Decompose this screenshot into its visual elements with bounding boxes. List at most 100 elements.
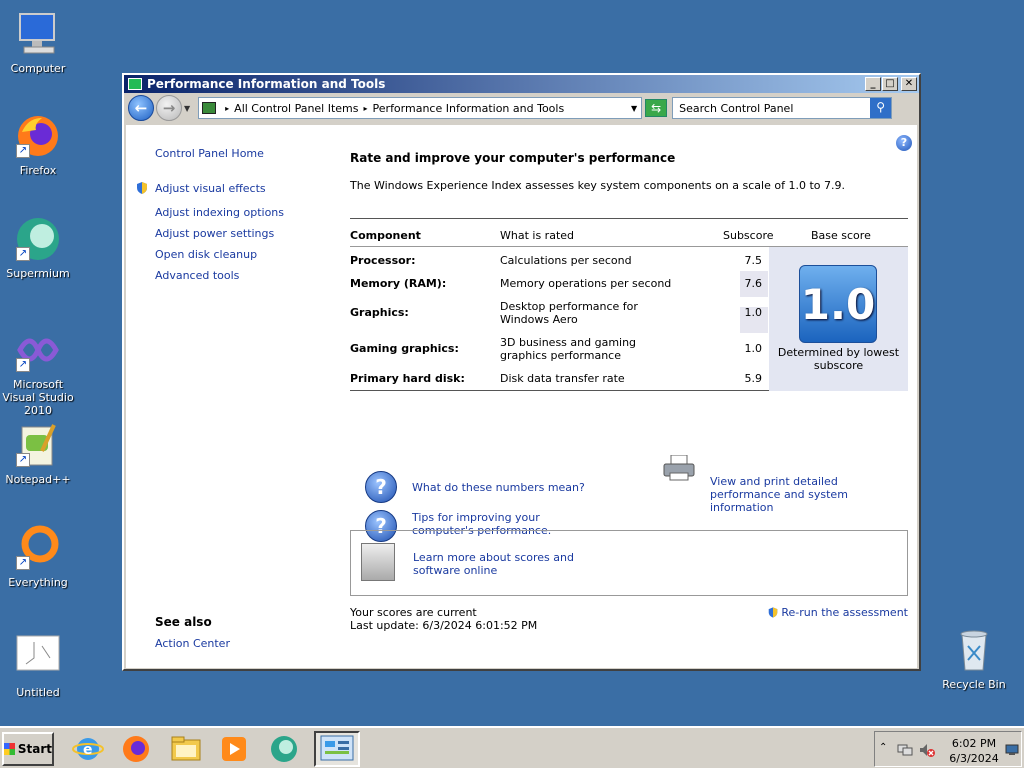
action-center-link[interactable]: Action Center bbox=[155, 637, 230, 650]
computer-icon bbox=[14, 10, 62, 58]
control-panel-icon bbox=[128, 78, 142, 90]
base-score-panel: 1.0 Determined by lowest subscore bbox=[769, 247, 908, 391]
control-panel-taskbar-button[interactable] bbox=[314, 731, 360, 767]
clock-time: 6:02 PM bbox=[951, 737, 997, 750]
search-placeholder: Search Control Panel bbox=[679, 101, 794, 115]
desktop-icon-label: Notepad++ bbox=[5, 473, 71, 486]
start-button[interactable]: Start bbox=[2, 732, 54, 766]
file-explorer-icon[interactable] bbox=[170, 734, 202, 764]
desktop-icon-visual-studio[interactable]: ↗ Microsoft Visual Studio 2010 bbox=[0, 326, 78, 417]
shortcut-arrow-icon: ↗ bbox=[16, 556, 30, 570]
performance-window: Performance Information and Tools _ □ ✕ … bbox=[122, 73, 921, 671]
desktop-icon-computer[interactable]: Computer bbox=[0, 10, 78, 75]
desktop-icon-label: Firefox bbox=[19, 164, 57, 177]
advanced-tools-link[interactable]: Advanced tools bbox=[155, 269, 239, 282]
close-button[interactable]: ✕ bbox=[901, 77, 917, 91]
rerun-assessment-link[interactable]: Re-run the assessment bbox=[767, 606, 908, 619]
column-header-rated: What is rated bbox=[500, 229, 575, 242]
svg-text:e: e bbox=[83, 742, 93, 758]
clock[interactable]: 6:02 PM 6/3/2024 bbox=[945, 736, 1003, 766]
everything-icon: ↗ bbox=[14, 524, 62, 572]
what-numbers-mean-link[interactable]: What do these numbers mean? bbox=[412, 481, 585, 494]
component-label: Graphics: bbox=[350, 306, 409, 319]
network-icon[interactable] bbox=[897, 742, 913, 758]
adjust-visual-effects-link[interactable]: Adjust visual effects bbox=[155, 182, 266, 195]
breadcrumb-all-items[interactable]: All Control Panel Items bbox=[234, 102, 358, 115]
desktop-icon-label: Untitled bbox=[16, 686, 60, 699]
internet-explorer-icon[interactable]: e bbox=[72, 734, 104, 764]
search-input[interactable]: Search Control Panel ⚲ bbox=[672, 97, 893, 119]
shortcut-arrow-icon: ↗ bbox=[16, 453, 30, 467]
navigation-bar: ← → ▼ ▸ All Control Panel Items ▸ Perfor… bbox=[124, 93, 919, 123]
learn-more-link[interactable]: Learn more about scores and software onl… bbox=[413, 551, 613, 577]
main-pane: ? Rate and improve your computer's perfo… bbox=[350, 125, 917, 668]
shortcut-arrow-icon: ↗ bbox=[16, 144, 30, 158]
scores-current-text: Your scores are current bbox=[350, 606, 477, 619]
control-panel-icon bbox=[202, 102, 217, 114]
maximize-button[interactable]: □ bbox=[882, 77, 898, 91]
base-score-caption: Determined by lowest subscore bbox=[777, 346, 900, 372]
show-desktop-icon[interactable] bbox=[1005, 744, 1019, 756]
windows-logo-icon bbox=[4, 743, 15, 755]
media-player-icon[interactable] bbox=[218, 734, 250, 764]
desktop-icon-everything[interactable]: ↗ Everything bbox=[0, 524, 78, 589]
start-label: Start bbox=[17, 742, 52, 756]
visual-studio-icon: ↗ bbox=[14, 326, 62, 374]
desktop-icon-label: Supermium bbox=[6, 267, 70, 280]
help-icon[interactable]: ? bbox=[896, 135, 912, 151]
recent-pages-dropdown[interactable]: ▼ bbox=[184, 104, 190, 113]
taskbar: Start e ⌃ 6:02 PM 6/3/2024 bbox=[0, 726, 1024, 768]
show-hidden-icons-icon[interactable]: ⌃ bbox=[879, 742, 887, 753]
component-label: Memory (RAM): bbox=[350, 277, 447, 290]
desktop-icon-label: Microsoft Visual Studio 2010 bbox=[2, 378, 74, 417]
desktop-icon-notepadpp[interactable]: ↗ Notepad++ bbox=[0, 421, 78, 486]
rated-label: 3D business and gaming graphics performa… bbox=[500, 336, 637, 362]
address-dropdown-icon[interactable]: ▼ bbox=[631, 104, 637, 113]
content-area: Control Panel Home Adjust visual effects… bbox=[126, 125, 917, 668]
adjust-power-settings-link[interactable]: Adjust power settings bbox=[155, 227, 274, 240]
control-panel-home-link[interactable]: Control Panel Home bbox=[155, 147, 264, 160]
recycle-bin-icon bbox=[950, 626, 998, 674]
minimize-button[interactable]: _ bbox=[865, 77, 881, 91]
base-score-badge: 1.0 bbox=[799, 265, 877, 343]
rated-label: Desktop performance for Windows Aero bbox=[500, 300, 638, 326]
address-bar[interactable]: ▸ All Control Panel Items ▸ Performance … bbox=[198, 97, 643, 119]
breadcrumb-separator-icon[interactable]: ▸ bbox=[225, 104, 229, 113]
notepadpp-icon: ↗ bbox=[14, 421, 62, 469]
open-disk-cleanup-link[interactable]: Open disk cleanup bbox=[155, 248, 257, 261]
clock-date: 6/3/2024 bbox=[949, 752, 999, 765]
last-update-text: Last update: 6/3/2024 6:01:52 PM bbox=[350, 619, 538, 632]
desktop-icon-label: Everything bbox=[8, 576, 68, 589]
question-icon: ? bbox=[365, 471, 397, 503]
adjust-indexing-options-link[interactable]: Adjust indexing options bbox=[155, 206, 284, 219]
desktop-icon-supermium[interactable]: ↗ Supermium bbox=[0, 215, 78, 280]
window-titlebar[interactable]: Performance Information and Tools _ □ ✕ bbox=[124, 75, 919, 93]
score-table: Component What is rated Subscore Base sc… bbox=[350, 218, 908, 391]
breadcrumb-current[interactable]: Performance Information and Tools bbox=[373, 102, 565, 115]
desktop-icon-firefox[interactable]: ↗ Firefox bbox=[0, 112, 78, 177]
intro-text: The Windows Experience Index assesses ke… bbox=[350, 179, 845, 192]
supermium-taskbar-icon[interactable] bbox=[268, 734, 300, 764]
rated-label: Calculations per second bbox=[500, 254, 632, 267]
view-print-details-link[interactable]: View and print detailed performance and … bbox=[710, 475, 910, 514]
shortcut-arrow-icon: ↗ bbox=[16, 358, 30, 372]
firefox-taskbar-icon[interactable] bbox=[120, 734, 152, 764]
score-status: Your scores are current Last update: 6/3… bbox=[350, 606, 537, 632]
rerun-label: Re-run the assessment bbox=[781, 606, 908, 619]
supermium-icon: ↗ bbox=[14, 215, 62, 263]
forward-button[interactable]: → bbox=[156, 95, 182, 121]
subscore-value: 1.0 bbox=[744, 342, 763, 355]
breadcrumb-separator-icon[interactable]: ▸ bbox=[364, 104, 368, 113]
volume-muted-icon[interactable] bbox=[919, 742, 935, 758]
learn-more-box: Learn more about scores and software onl… bbox=[350, 530, 908, 596]
search-icon[interactable]: ⚲ bbox=[870, 98, 892, 118]
column-header-component: Component bbox=[350, 229, 421, 242]
desktop-icon-recycle-bin[interactable]: Recycle Bin bbox=[934, 626, 1014, 691]
uac-shield-icon bbox=[769, 607, 778, 618]
refresh-button[interactable]: ⇆ bbox=[645, 99, 668, 117]
desktop-icon-untitled[interactable]: Untitled bbox=[0, 634, 78, 699]
back-button[interactable]: ← bbox=[128, 95, 154, 121]
untitled-file-icon bbox=[14, 634, 62, 682]
subscore-value: 7.5 bbox=[744, 254, 763, 267]
table-header: Component What is rated Subscore Base sc… bbox=[350, 219, 908, 247]
